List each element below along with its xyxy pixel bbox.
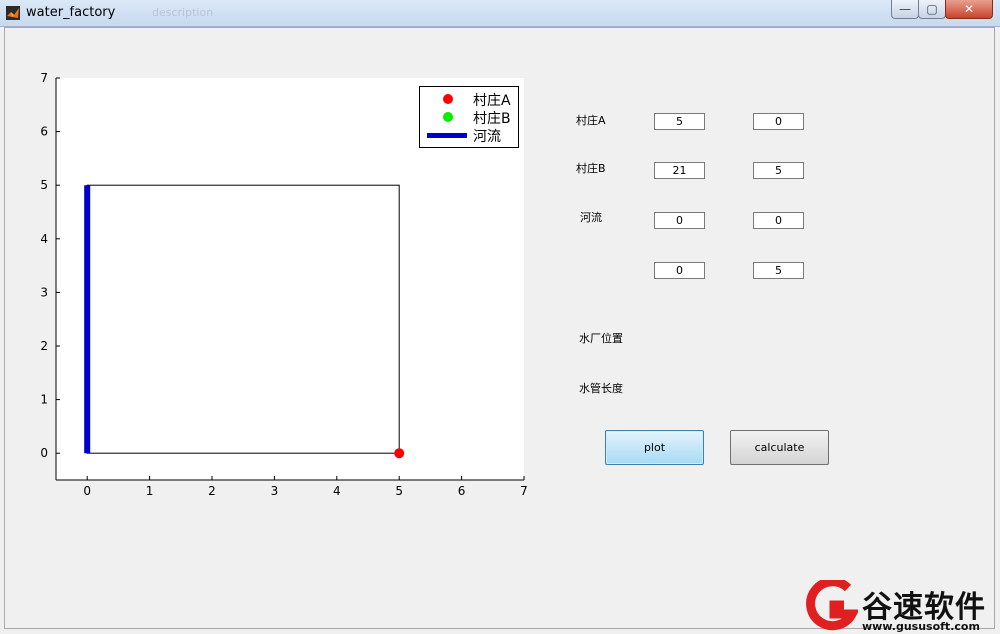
chart-legend: 村庄A 村庄B 河流 <box>419 86 519 148</box>
x-tick-label: 5 <box>395 484 403 498</box>
y-tick-label: 2 <box>40 339 48 353</box>
village-b-label: 村庄B <box>576 162 606 175</box>
pipe-length-label: 水管长度 <box>579 382 623 395</box>
y-tick-label: 1 <box>40 393 48 407</box>
plant-location-label: 水厂位置 <box>579 332 623 345</box>
x-tick-label: 1 <box>146 484 154 498</box>
village-b-x-field[interactable]: 21 <box>654 162 705 179</box>
river-start-y-field[interactable]: 0 <box>753 212 804 229</box>
series-point-0 <box>394 448 405 459</box>
plot-button[interactable]: plot <box>605 430 704 465</box>
legend-line-blue <box>427 133 467 138</box>
y-tick-label: 4 <box>40 232 48 246</box>
x-tick-label: 6 <box>458 484 466 498</box>
river-start-x-field[interactable]: 0 <box>654 212 705 229</box>
watermark-url: www.gususoft.com <box>862 620 980 633</box>
y-tick-label: 7 <box>40 71 48 85</box>
x-tick-label: 4 <box>333 484 341 498</box>
y-tick-label: 6 <box>40 125 48 139</box>
boundary-box <box>86 184 400 454</box>
legend-marker-red <box>443 94 453 104</box>
river-label: 河流 <box>580 211 602 224</box>
calculate-button[interactable]: calculate <box>730 430 829 465</box>
watermark: 谷速软件 www.gususoft.com <box>800 578 1000 634</box>
legend-marker-green <box>443 112 453 122</box>
village-b-y-field[interactable]: 5 <box>753 162 804 179</box>
x-tick-label: 3 <box>271 484 279 498</box>
legend-item-village-a: 村庄A <box>420 89 518 109</box>
village-a-y-field[interactable]: 0 <box>753 113 804 130</box>
river-end-y-field[interactable]: 5 <box>753 262 804 279</box>
legend-item-village-b: 村庄B <box>420 107 518 127</box>
y-tick-label: 3 <box>40 285 48 299</box>
village-a-label: 村庄A <box>576 114 606 127</box>
x-tick-label: 0 <box>83 484 91 498</box>
gususoft-logo-icon <box>806 580 858 631</box>
legend-label-river: 河流 <box>473 129 501 145</box>
x-tick-label: 2 <box>208 484 216 498</box>
y-tick-label: 0 <box>40 446 48 460</box>
village-a-x-field[interactable]: 5 <box>654 113 705 130</box>
x-tick-label: 7 <box>520 484 528 498</box>
legend-item-river: 河流 <box>420 125 518 145</box>
y-tick-label: 5 <box>40 178 48 192</box>
river-end-x-field[interactable]: 0 <box>654 262 705 279</box>
